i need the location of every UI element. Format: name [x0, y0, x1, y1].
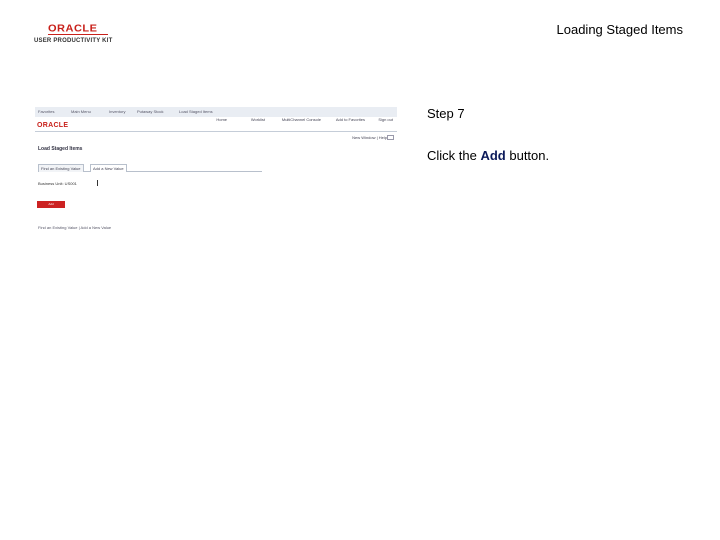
step-instruction: Click the Add button.: [427, 148, 549, 163]
screenshot-nav-bar: Favorites Main Menu Inventory Putaway St…: [35, 107, 397, 117]
instruction-target: Add: [480, 148, 506, 163]
page-title: Loading Staged Items: [556, 22, 683, 37]
screenshot-util-icon: [387, 135, 394, 140]
application-screenshot: Favorites Main Menu Inventory Putaway St…: [35, 107, 397, 237]
screenshot-top-link: Sign out: [378, 117, 393, 122]
oracle-upk-logo: ORACLE USER PRODUCTIVITY KIT: [34, 23, 126, 47]
screenshot-nav-item: Inventory: [109, 109, 126, 114]
screenshot-tab-find: Find an Existing Value: [38, 164, 84, 172]
screenshot-header-divider: [35, 131, 397, 132]
screenshot-text-cursor: [97, 180, 98, 186]
instruction-prefix: Click the: [427, 148, 481, 163]
screenshot-top-link: Worklist: [250, 117, 265, 122]
screenshot-nav-item: Favorites: [38, 109, 55, 114]
add-button[interactable]: Add: [37, 201, 65, 208]
screenshot-business-unit-field: Business Unit: US001: [38, 181, 77, 186]
oracle-wordmark: ORACLE: [48, 23, 98, 35]
screenshot-top-link: Add to Favorites: [335, 117, 365, 122]
screenshot-oracle-logo: ORACLE: [37, 122, 69, 129]
logo-subtitle: USER PRODUCTIVITY KIT: [34, 38, 113, 44]
screenshot-util-links: New Window | Help: [352, 135, 387, 140]
screenshot-nav-item: Load Staged Items: [179, 109, 213, 114]
screenshot-tab-strip: Find an Existing Value Add a New Value: [38, 164, 262, 172]
step-label: Step 7: [427, 106, 465, 121]
screenshot-page-title: Load Staged Items: [38, 146, 83, 152]
screenshot-top-link: MultiChannel Console: [281, 117, 321, 122]
screenshot-nav-item: Putaway Stock: [137, 109, 164, 114]
screenshot-nav-item: Main Menu: [71, 109, 91, 114]
screenshot-footer-links: Find an Existing Value | Add a New Value: [38, 225, 112, 230]
screenshot-tab-add: Add a New Value: [90, 164, 127, 172]
logo-underline: [48, 34, 108, 35]
instruction-suffix: button.: [505, 148, 550, 163]
screenshot-top-link: Home: [216, 117, 227, 122]
